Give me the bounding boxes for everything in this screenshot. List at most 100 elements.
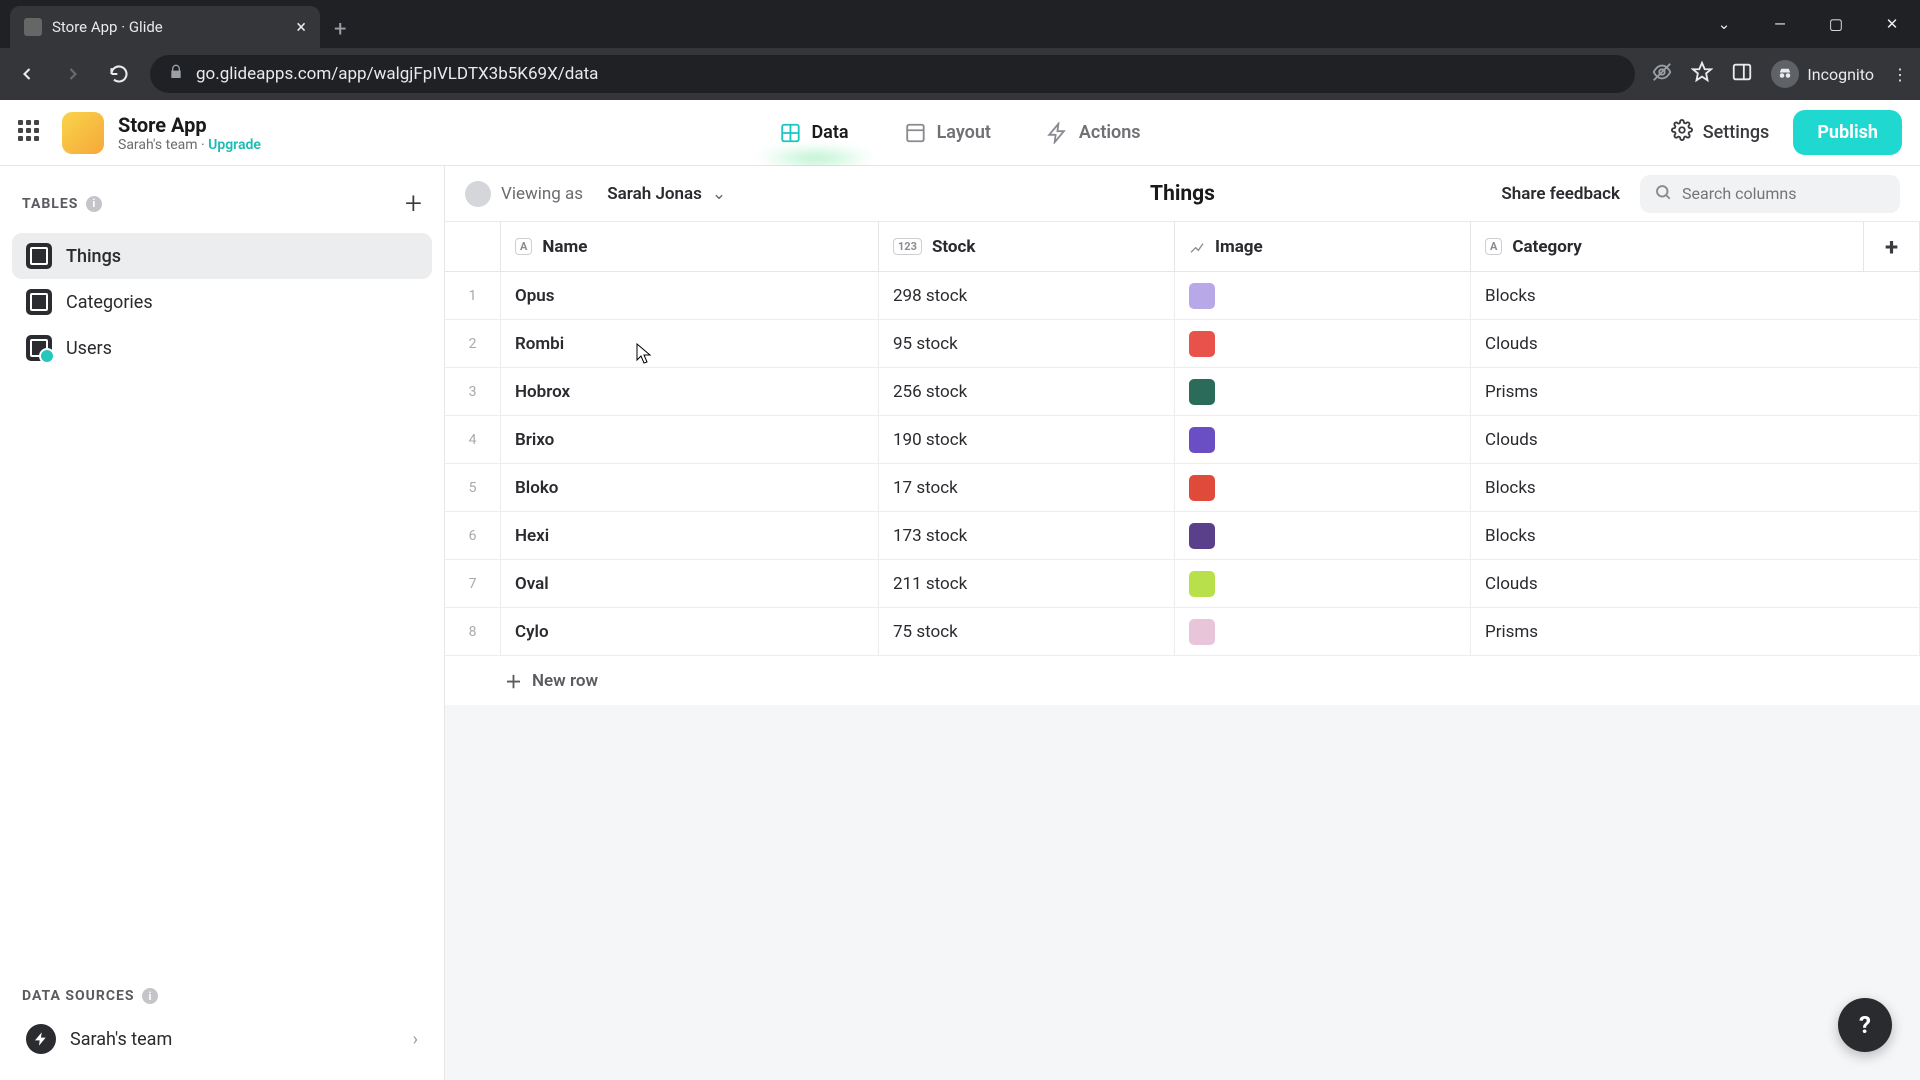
row-number-header (445, 222, 501, 271)
minimize-icon[interactable]: — (1752, 0, 1808, 48)
page-title: Things (1150, 182, 1215, 206)
incognito-badge[interactable]: Incognito (1771, 60, 1874, 88)
column-header-image[interactable]: Image (1175, 222, 1471, 271)
cell-stock[interactable]: 256 stock (879, 368, 1175, 415)
column-header-category[interactable]: A Category (1471, 222, 1864, 271)
search-columns-box[interactable] (1640, 175, 1900, 213)
cell-image[interactable] (1175, 416, 1471, 463)
cell-name[interactable]: Cylo (501, 608, 879, 655)
sidebar-item-things[interactable]: Things (12, 233, 432, 279)
cell-stock[interactable]: 17 stock (879, 464, 1175, 511)
table-row[interactable]: 4 Brixo 190 stock Clouds (445, 416, 1920, 464)
tab-actions[interactable]: Actions (1043, 104, 1145, 162)
cell-category[interactable]: Clouds (1471, 416, 1920, 463)
publish-button[interactable]: Publish (1793, 110, 1902, 155)
cell-image[interactable] (1175, 272, 1471, 319)
tab-layout[interactable]: Layout (901, 104, 995, 162)
table-row[interactable]: 6 Hexi 173 stock Blocks (445, 512, 1920, 560)
table-row[interactable]: 2 Rombi 95 stock Clouds (445, 320, 1920, 368)
upgrade-link[interactable]: Upgrade (208, 137, 261, 153)
sidebar-item-categories[interactable]: Categories (12, 279, 432, 325)
table-row[interactable]: 3 Hobrox 256 stock Prisms (445, 368, 1920, 416)
info-icon[interactable]: i (86, 196, 102, 212)
cell-name[interactable]: Opus (501, 272, 879, 319)
reload-button[interactable] (104, 59, 134, 89)
gear-icon (1671, 119, 1693, 146)
incognito-icon (1771, 60, 1799, 88)
close-tab-icon[interactable]: × (296, 17, 306, 38)
cell-stock[interactable]: 298 stock (879, 272, 1175, 319)
address-actions: Incognito ⋮ (1651, 60, 1908, 88)
cell-category[interactable]: Blocks (1471, 464, 1920, 511)
cell-name[interactable]: Oval (501, 560, 879, 607)
table-row[interactable]: 7 Oval 211 stock Clouds (445, 560, 1920, 608)
cell-name[interactable]: Hobrox (501, 368, 879, 415)
main-tabs: Data Layout Actions (775, 104, 1144, 162)
new-row-button[interactable]: ＋ New row (445, 656, 1920, 705)
table-row[interactable]: 5 Bloko 17 stock Blocks (445, 464, 1920, 512)
close-window-icon[interactable]: ✕ (1864, 0, 1920, 48)
column-header-name[interactable]: A Name (501, 222, 879, 271)
cell-image[interactable] (1175, 608, 1471, 655)
cell-image[interactable] (1175, 512, 1471, 559)
cell-image[interactable] (1175, 464, 1471, 511)
cell-category[interactable]: Clouds (1471, 560, 1920, 607)
cell-name[interactable]: Rombi (501, 320, 879, 367)
panel-icon[interactable] (1731, 61, 1753, 87)
number-type-icon: 123 (893, 238, 922, 255)
cell-category[interactable]: Blocks (1471, 272, 1920, 319)
cell-image[interactable] (1175, 368, 1471, 415)
add-column-button[interactable]: + (1864, 222, 1920, 271)
cell-stock[interactable]: 173 stock (879, 512, 1175, 559)
maximize-icon[interactable]: ▢ (1808, 0, 1864, 48)
cell-category[interactable]: Prisms (1471, 368, 1920, 415)
add-table-button[interactable]: + (405, 186, 422, 221)
table-row[interactable]: 8 Cylo 75 stock Prisms (445, 608, 1920, 656)
new-tab-button[interactable]: + (320, 17, 360, 48)
cell-image[interactable] (1175, 320, 1471, 367)
image-thumbnail (1189, 427, 1215, 453)
cell-name[interactable]: Brixo (501, 416, 879, 463)
url-field[interactable]: go.glideapps.com/app/walgjFpIVLDTX3b5K69… (150, 55, 1635, 93)
tab-data[interactable]: Data (775, 104, 852, 162)
column-header-stock[interactable]: 123 Stock (879, 222, 1175, 271)
cell-stock[interactable]: 211 stock (879, 560, 1175, 607)
url-text: go.glideapps.com/app/walgjFpIVLDTX3b5K69… (196, 64, 598, 84)
forward-button[interactable] (58, 59, 88, 89)
back-button[interactable] (12, 59, 42, 89)
search-input[interactable] (1682, 184, 1886, 203)
app-header: Store App Sarah's team · Upgrade Data La… (0, 100, 1920, 166)
bookmark-icon[interactable] (1691, 61, 1713, 87)
data-source-item[interactable]: Sarah's team › (12, 1012, 432, 1066)
cell-name[interactable]: Bloko (501, 464, 879, 511)
image-type-icon (1189, 239, 1205, 255)
apps-grid-icon[interactable] (18, 120, 44, 146)
tab-search-icon[interactable]: ⌄ (1696, 0, 1752, 48)
image-thumbnail (1189, 283, 1215, 309)
data-icon (779, 122, 801, 144)
tracking-icon[interactable] (1651, 61, 1673, 87)
cell-category[interactable]: Blocks (1471, 512, 1920, 559)
share-feedback-link[interactable]: Share feedback (1501, 184, 1620, 204)
info-icon[interactable]: i (142, 988, 158, 1004)
row-number: 3 (445, 368, 501, 415)
sidebar-item-users[interactable]: Users (12, 325, 432, 371)
text-type-icon: A (515, 238, 532, 255)
browser-menu-icon[interactable]: ⋮ (1892, 65, 1908, 84)
browser-tab[interactable]: Store App · Glide × (10, 6, 320, 48)
help-button[interactable]: ? (1838, 998, 1892, 1052)
window-controls: ⌄ — ▢ ✕ (1696, 0, 1920, 48)
cell-stock[interactable]: 75 stock (879, 608, 1175, 655)
cell-stock[interactable]: 95 stock (879, 320, 1175, 367)
sidebar-item-label: Users (66, 338, 112, 359)
cell-category[interactable]: Prisms (1471, 608, 1920, 655)
image-thumbnail (1189, 331, 1215, 357)
viewing-as-dropdown[interactable]: Viewing as Sarah Jonas ⌄ (465, 181, 726, 207)
cell-name[interactable]: Hexi (501, 512, 879, 559)
cell-image[interactable] (1175, 560, 1471, 607)
table-row[interactable]: 1 Opus 298 stock Blocks (445, 272, 1920, 320)
cell-category[interactable]: Clouds (1471, 320, 1920, 367)
cell-stock[interactable]: 190 stock (879, 416, 1175, 463)
settings-link[interactable]: Settings (1671, 119, 1770, 146)
plus-icon: ＋ (505, 668, 522, 693)
